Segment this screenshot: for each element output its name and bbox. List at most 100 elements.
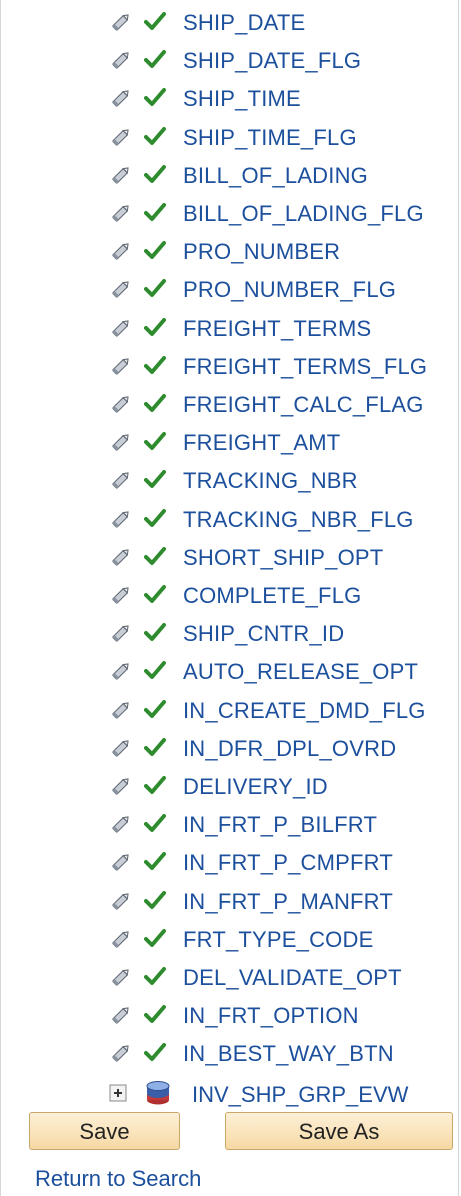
check-icon: [144, 661, 166, 680]
pencil-icon[interactable]: [109, 354, 133, 378]
pencil-icon[interactable]: [109, 316, 133, 340]
pencil-icon[interactable]: [109, 927, 133, 951]
check-icon: [144, 88, 166, 107]
record-group-row[interactable]: INV_SHP_GRP_EVW: [1, 1076, 460, 1110]
pencil-icon[interactable]: [109, 659, 133, 683]
pencil-icon[interactable]: [109, 163, 133, 187]
field-name-link[interactable]: BILL_OF_LADING: [183, 163, 368, 189]
pencil-icon[interactable]: [109, 201, 133, 225]
field-row: DEL_VALIDATE_OPT: [1, 961, 460, 999]
pencil-icon[interactable]: [109, 621, 133, 645]
check-icon: [144, 852, 166, 871]
field-name-link[interactable]: IN_FRT_P_MANFRT: [183, 889, 393, 915]
check-icon: [144, 279, 166, 298]
field-row: IN_FRT_P_BILFRT: [1, 808, 460, 846]
field-name-link[interactable]: IN_DFR_DPL_OVRD: [183, 736, 396, 762]
pencil-icon[interactable]: [109, 965, 133, 989]
pencil-icon[interactable]: [109, 239, 133, 263]
field-name-link[interactable]: COMPLETE_FLG: [183, 583, 361, 609]
check-icon: [144, 546, 166, 565]
pencil-icon[interactable]: [109, 10, 133, 34]
field-name-link[interactable]: SHIP_TIME: [183, 86, 301, 112]
field-name-link[interactable]: PRO_NUMBER: [183, 239, 340, 265]
check-icon: [144, 394, 166, 412]
field-name-link[interactable]: SHIP_DATE_FLG: [183, 48, 361, 74]
check-icon: [144, 928, 166, 947]
field-name-link[interactable]: DEL_VALIDATE_OPT: [183, 965, 402, 991]
pencil-icon[interactable]: [109, 392, 133, 416]
field-name-link[interactable]: IN_CREATE_DMD_FLG: [183, 698, 426, 724]
check-icon: [144, 355, 166, 374]
check-icon: [144, 470, 166, 489]
check-icon: [144, 12, 166, 30]
pencil-icon[interactable]: [109, 1003, 133, 1027]
field-row: DELIVERY_ID: [1, 770, 460, 808]
field-name-link[interactable]: SHIP_CNTR_ID: [183, 621, 344, 647]
field-row: COMPLETE_FLG: [1, 579, 460, 617]
field-name-link[interactable]: FREIGHT_CALC_FLAG: [183, 392, 424, 418]
expand-plus-icon[interactable]: [109, 1084, 127, 1102]
field-row: IN_DFR_DPL_OVRD: [1, 732, 460, 770]
check-icon: [144, 203, 166, 221]
field-row: TRACKING_NBR_FLG: [1, 503, 460, 541]
field-name-link[interactable]: FREIGHT_TERMS_FLG: [183, 354, 427, 380]
field-row: SHIP_DATE: [1, 6, 460, 44]
pencil-icon[interactable]: [109, 125, 133, 149]
pencil-icon[interactable]: [109, 1041, 133, 1065]
check-icon: [144, 967, 166, 985]
pencil-icon[interactable]: [109, 698, 133, 722]
field-row: PRO_NUMBER: [1, 235, 460, 273]
field-row: IN_FRT_OPTION: [1, 999, 460, 1037]
field-name-link[interactable]: TRACKING_NBR: [183, 468, 358, 494]
field-name-link[interactable]: BILL_OF_LADING_FLG: [183, 201, 424, 227]
field-name-link[interactable]: SHORT_SHIP_OPT: [183, 545, 383, 571]
pencil-icon[interactable]: [109, 583, 133, 607]
save-button[interactable]: Save: [29, 1112, 180, 1150]
check-icon: [144, 164, 166, 183]
field-name-link[interactable]: FREIGHT_TERMS: [183, 316, 371, 342]
pencil-icon[interactable]: [109, 774, 133, 798]
field-name-link[interactable]: TRACKING_NBR_FLG: [183, 507, 414, 533]
field-name-link[interactable]: IN_BEST_WAY_BTN: [183, 1041, 394, 1067]
record-group-label[interactable]: INV_SHP_GRP_EVW: [192, 1082, 408, 1108]
field-row: SHIP_CNTR_ID: [1, 617, 460, 655]
pencil-icon[interactable]: [109, 430, 133, 454]
pencil-icon[interactable]: [109, 812, 133, 836]
field-row: IN_BEST_WAY_BTN: [1, 1037, 460, 1075]
field-name-link[interactable]: FRT_TYPE_CODE: [183, 927, 373, 953]
field-name-link[interactable]: IN_FRT_P_CMPFRT: [183, 850, 393, 876]
save-as-button[interactable]: Save As: [225, 1112, 453, 1150]
field-row: IN_CREATE_DMD_FLG: [1, 694, 460, 732]
check-icon: [144, 50, 166, 69]
field-name-link[interactable]: SHIP_DATE: [183, 10, 305, 36]
field-row: TRACKING_NBR: [1, 464, 460, 502]
field-name-link[interactable]: FREIGHT_AMT: [183, 430, 340, 456]
return-to-search-link[interactable]: Return to Search: [35, 1166, 201, 1192]
pencil-icon[interactable]: [109, 86, 133, 110]
database-icon: [146, 1081, 170, 1105]
check-icon: [144, 814, 166, 833]
pencil-icon[interactable]: [109, 468, 133, 492]
pencil-icon[interactable]: [109, 736, 133, 760]
check-icon: [144, 432, 166, 451]
check-icon: [144, 1005, 166, 1024]
pencil-icon[interactable]: [109, 507, 133, 531]
field-name-link[interactable]: IN_FRT_P_BILFRT: [183, 812, 377, 838]
pencil-icon[interactable]: [109, 850, 133, 874]
field-name-link[interactable]: SHIP_TIME_FLG: [183, 125, 357, 151]
pencil-icon[interactable]: [109, 277, 133, 301]
field-name-link[interactable]: IN_FRT_OPTION: [183, 1003, 359, 1029]
field-name-link[interactable]: DELIVERY_ID: [183, 774, 328, 800]
pencil-icon[interactable]: [109, 48, 133, 72]
check-icon: [144, 776, 166, 794]
field-name-link[interactable]: PRO_NUMBER_FLG: [183, 277, 396, 303]
field-name-link[interactable]: AUTO_RELEASE_OPT: [183, 659, 418, 685]
pencil-icon[interactable]: [109, 889, 133, 913]
field-row: FREIGHT_TERMS_FLG: [1, 350, 460, 388]
field-row: SHIP_TIME: [1, 82, 460, 120]
page-frame: SHIP_DATE SHIP_DATE_FLG SHIP_TIME SHIP_TIME…: [0, 0, 459, 1196]
pencil-icon[interactable]: [109, 545, 133, 569]
check-icon: [144, 508, 166, 527]
field-row: SHORT_SHIP_OPT: [1, 541, 460, 579]
field-row: IN_FRT_P_MANFRT: [1, 885, 460, 923]
